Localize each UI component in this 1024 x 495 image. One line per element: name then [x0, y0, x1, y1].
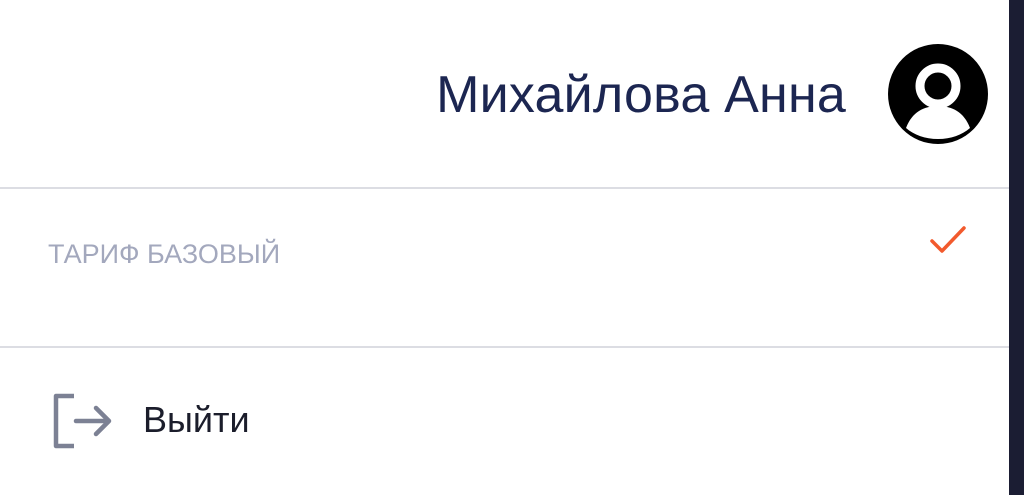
user-name: Михайлова Анна [436, 66, 846, 124]
user-header: Михайлова Анна [0, 0, 1009, 188]
user-avatar-icon[interactable] [888, 44, 988, 144]
check-icon [928, 224, 968, 258]
tariff-label: Тариф базовый [48, 239, 281, 269]
window-edge [1009, 0, 1024, 495]
user-menu-panel: Михайлова Анна Тариф базовый Выйти [0, 0, 1009, 495]
logout-label: Выйти [143, 399, 250, 440]
logout-icon [50, 392, 114, 450]
